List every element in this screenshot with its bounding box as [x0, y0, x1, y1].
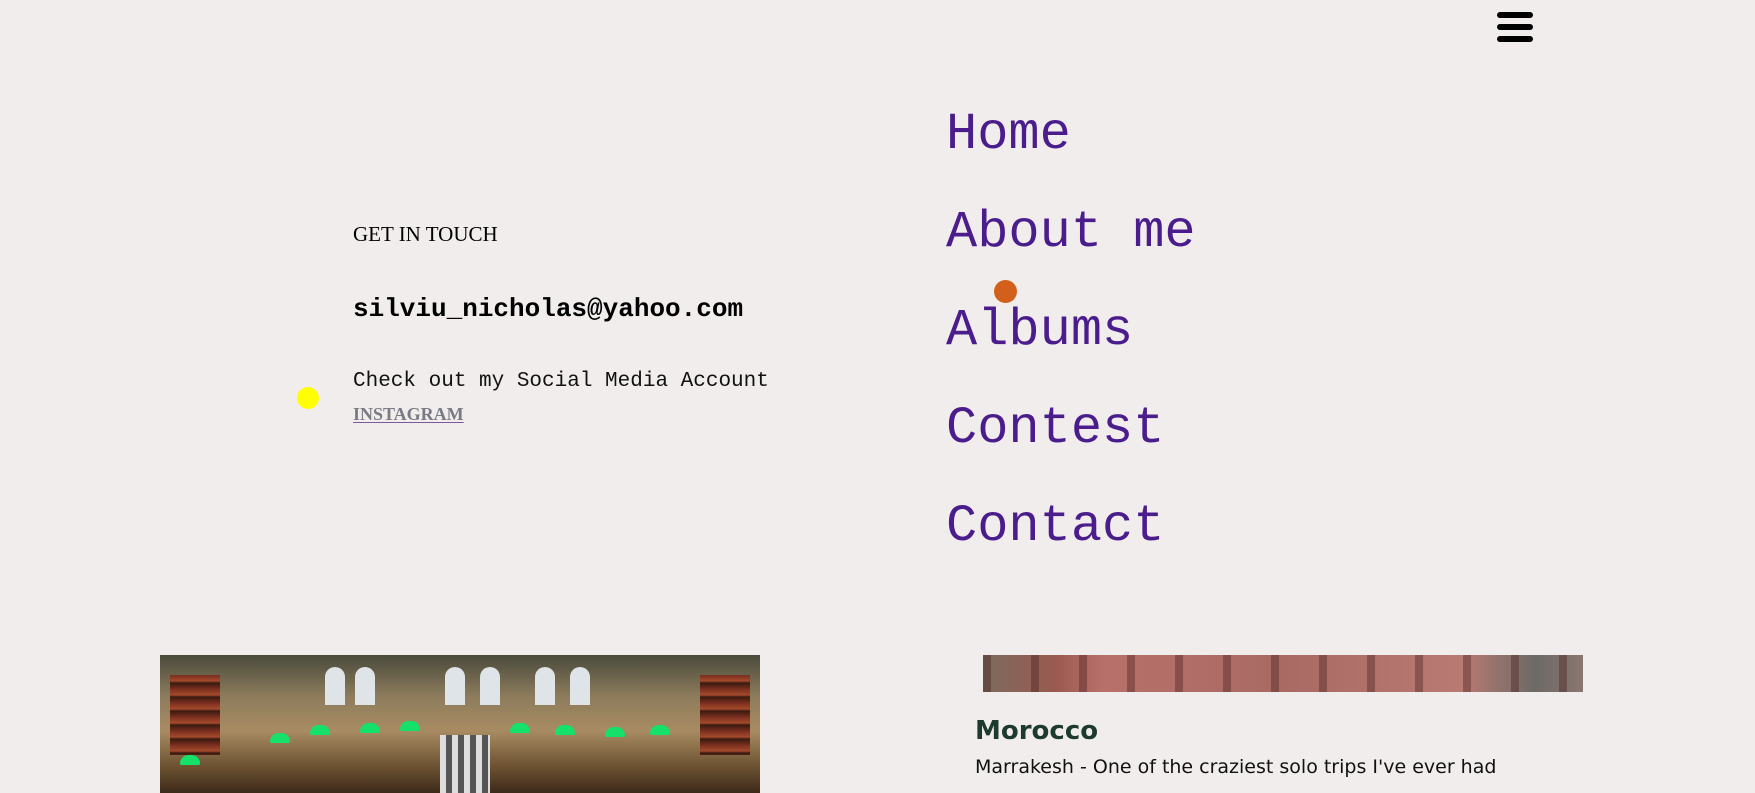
contact-section: GET IN TOUCH silviu_nicholas@yahoo.com C…: [353, 222, 833, 424]
social-media-text: Check out my Social Media Account: [353, 370, 769, 393]
hamburger-bar: [1497, 12, 1533, 18]
bookshelf: [170, 675, 220, 755]
arched-window: [445, 667, 465, 705]
nav-item-about-me: About me: [946, 198, 1196, 296]
green-lamp: [360, 723, 380, 733]
nav-link-albums[interactable]: Albums: [946, 296, 1133, 366]
nav-link-about-me[interactable]: About me: [946, 198, 1196, 268]
green-lamp: [555, 725, 575, 735]
green-lamp: [605, 727, 625, 737]
arched-window: [325, 667, 345, 705]
arched-window: [535, 667, 555, 705]
hamburger-bar: [1497, 24, 1533, 30]
arched-window: [480, 667, 500, 705]
nav-link-home[interactable]: Home: [946, 100, 1071, 170]
instagram-link[interactable]: INSTAGRAM: [353, 404, 464, 425]
arched-window: [355, 667, 375, 705]
card-description: Marrakesh - One of the craziest solo tri…: [975, 756, 1497, 778]
green-lamp: [310, 725, 330, 735]
nav-link-contact[interactable]: Contact: [946, 492, 1164, 562]
green-lamp: [180, 755, 200, 765]
arched-window: [570, 667, 590, 705]
checkered-floor: [440, 735, 490, 793]
nav-item-albums: Albums: [946, 296, 1196, 394]
nav-item-contact: Contact: [946, 492, 1196, 590]
nav-item-contest: Contest: [946, 394, 1196, 492]
get-in-touch-heading: GET IN TOUCH: [353, 222, 498, 246]
main-nav-menu: Home About me Albums Contest Contact: [946, 100, 1196, 590]
green-lamp: [270, 733, 290, 743]
morocco-banner-image: [983, 655, 1583, 692]
card-title: Morocco: [975, 716, 1099, 746]
green-lamp: [510, 723, 530, 733]
bookshelf: [700, 675, 750, 755]
library-reading-room-image: [160, 655, 760, 793]
hamburger-menu-icon[interactable]: [1497, 12, 1533, 48]
hamburger-bar: [1497, 36, 1533, 42]
library-album-card[interactable]: [160, 655, 760, 793]
email-address: silviu_nicholas@yahoo.com: [353, 294, 744, 324]
nav-item-home: Home: [946, 100, 1196, 198]
green-lamp: [400, 721, 420, 731]
yellow-cursor-dot: [297, 387, 319, 409]
green-lamp: [650, 725, 670, 735]
nav-link-contest[interactable]: Contest: [946, 394, 1164, 464]
morocco-album-card[interactable]: Morocco Marrakesh - One of the craziest …: [975, 655, 1585, 778]
